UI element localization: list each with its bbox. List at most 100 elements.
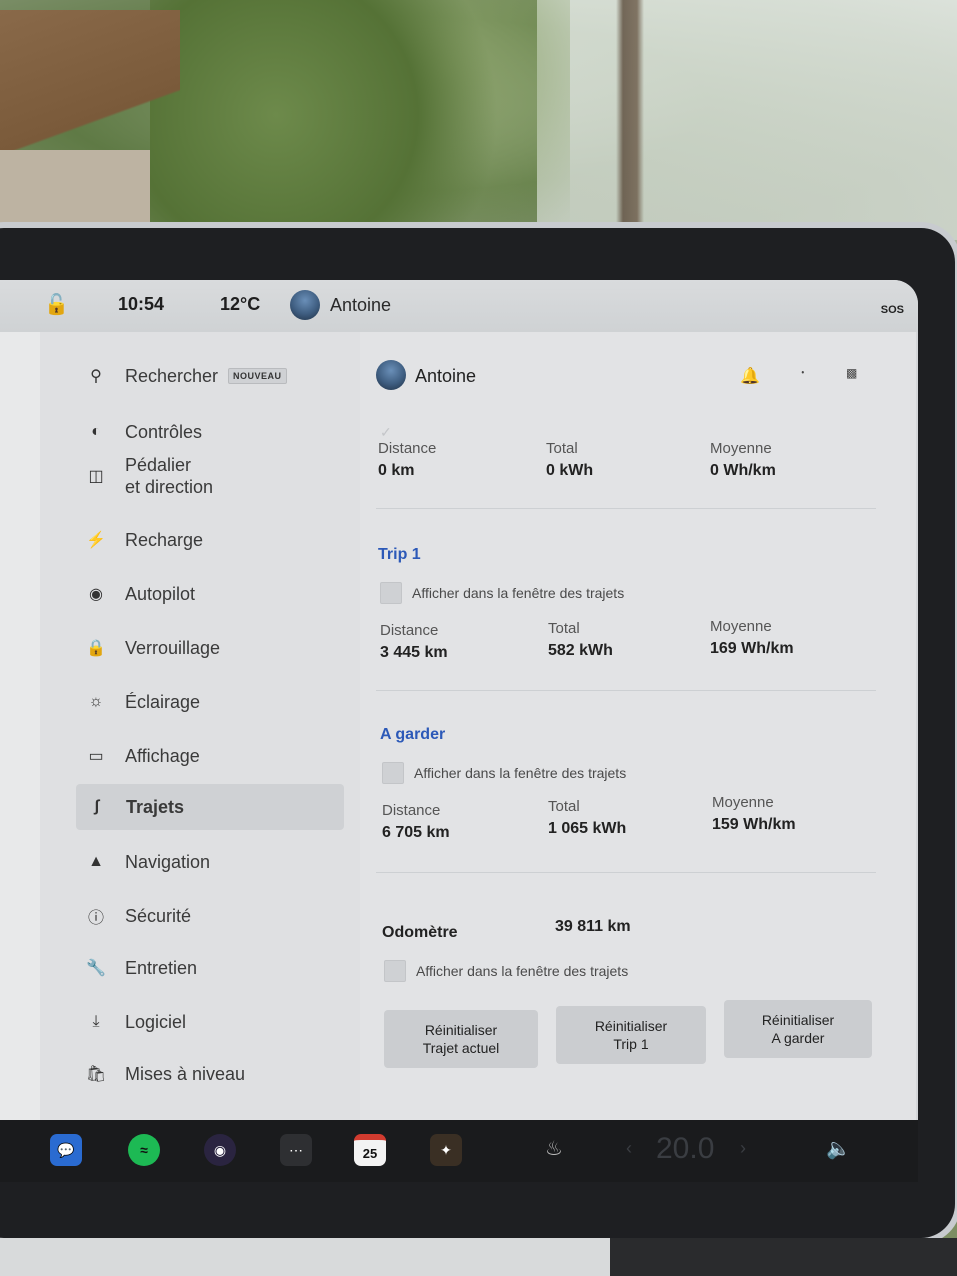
checkbox-label: Afficher dans la fenêtre des trajets	[412, 585, 625, 601]
lock-icon: 🔒	[86, 640, 106, 657]
more-apps-icon[interactable]: ⋯	[280, 1134, 312, 1166]
keep-show-checkbox[interactable]: Afficher dans la fenêtre des trajets	[382, 762, 626, 784]
current-avg-label: Moyenne	[710, 440, 772, 457]
sidebar-item-safety[interactable]: ⓘ Sécurité	[85, 898, 191, 934]
tree-trunk	[560, 0, 700, 240]
sidebar-item-navigation[interactable]: ▲ Navigation	[85, 844, 210, 880]
temp-down-icon[interactable]: ‹	[626, 1138, 632, 1159]
checkbox[interactable]	[384, 960, 406, 982]
bluetooth-icon[interactable]: ᛫	[798, 366, 808, 384]
calendar-app-icon[interactable]: 25	[354, 1134, 386, 1166]
sidebar-item-search[interactable]: ⚲ Rechercher NOUVEAU	[85, 358, 287, 394]
checkbox[interactable]	[382, 762, 404, 784]
divider	[376, 690, 876, 691]
background-photo	[0, 0, 957, 260]
car-icon: ◫	[88, 468, 104, 485]
current-total-label: Total	[546, 440, 578, 457]
map-edge	[0, 280, 40, 1120]
house-wall	[0, 150, 150, 240]
volume-icon[interactable]: 🔈	[826, 1136, 851, 1161]
sidebar-item-label: Éclairage	[125, 691, 201, 712]
camera-app-icon[interactable]: ◉	[204, 1134, 236, 1166]
reset-keep-button[interactable]: Réinitialiser A garder	[724, 1000, 872, 1058]
divider	[376, 872, 876, 873]
spotify-app-icon[interactable]: ≈	[128, 1134, 160, 1166]
current-distance-value: 0 km	[378, 462, 415, 479]
messages-app-icon[interactable]: 💬	[50, 1134, 82, 1166]
sidebar-item-display[interactable]: ▭ Affichage	[85, 738, 200, 774]
touchscreen: 🔓 10:54 12°C Antoine SOS ⚲ Rechercher NO…	[0, 280, 918, 1120]
sidebar-item-label: Autopilot	[125, 583, 196, 604]
dashboard-dark	[610, 1238, 957, 1276]
reset-current-trip-button[interactable]: Réinitialiser Trajet actuel	[384, 1010, 538, 1068]
checkbox[interactable]	[380, 582, 402, 604]
bag-icon: 🛍	[85, 1066, 107, 1083]
trip1-distance-label: Distance	[380, 622, 439, 639]
reset-trip1-button[interactable]: Réinitialiser Trip 1	[556, 1006, 706, 1064]
sidebar-item-label: Rechercher	[125, 365, 219, 386]
checkbox-label: Afficher dans la fenêtre des trajets	[416, 963, 629, 979]
divider	[376, 508, 876, 509]
trip1-avg-value: 169 Wh/km	[710, 640, 794, 657]
sidebar-item-label: Verrouillage	[125, 637, 221, 658]
seat-heater-icon[interactable]: ♨	[545, 1136, 563, 1161]
toggle-icon: ◐	[91, 423, 101, 440]
app-dock: 💬 ≈ ◉ ⋯ 25 ✦ ♨ ‹ 20.0 › 🔈	[0, 1120, 918, 1182]
new-badge: NOUVEAU	[228, 368, 287, 384]
sidebar-item-label: Navigation	[125, 851, 211, 872]
sidebar-item-label: Recharge	[125, 529, 204, 550]
keep-total-label: Total	[548, 798, 580, 815]
steering-wheel-icon: ◉	[89, 586, 103, 603]
sidebar-item-controls[interactable]: ◐ Contrôles	[85, 414, 202, 450]
keep-distance-value: 6 705 km	[382, 824, 450, 841]
profile-name-large: Antoine	[415, 366, 477, 386]
sidebar-item-label: Trajets	[126, 796, 185, 817]
sidebar-item-lighting[interactable]: ☼ Éclairage	[85, 684, 200, 720]
odometer-show-checkbox[interactable]: Afficher dans la fenêtre des trajets	[384, 960, 628, 982]
toybox-app-icon[interactable]: ✦	[430, 1134, 462, 1166]
safety-icon: ⓘ	[87, 910, 104, 927]
trip1-show-checkbox[interactable]: Afficher dans la fenêtre des trajets	[380, 582, 624, 604]
profile-name[interactable]: Antoine	[330, 295, 391, 316]
keep-title: A garder	[380, 726, 446, 743]
sos-button[interactable]: SOS	[881, 304, 904, 316]
keep-distance-label: Distance	[382, 802, 441, 819]
trip1-distance-value: 3 445 km	[380, 644, 448, 661]
sidebar-item-service[interactable]: 🔧 Entretien	[85, 950, 197, 986]
sidebar-item-label: Affichage	[125, 745, 200, 766]
settings-sidebar: ⚲ Rechercher NOUVEAU ◐ Contrôles ◫ Pédal…	[40, 332, 360, 1120]
checkbox-label: Afficher dans la fenêtre des trajets	[414, 765, 627, 781]
outside-temperature: 12°C	[220, 294, 261, 314]
sidebar-item-label: Contrôles	[125, 421, 203, 442]
sidebar-item-label: Mises à niveau	[125, 1063, 246, 1084]
status-bar: 🔓 10:54 12°C Antoine SOS	[0, 280, 918, 332]
sidebar-item-locks[interactable]: 🔒 Verrouillage	[85, 630, 220, 666]
sidebar-item-upgrades[interactable]: 🛍 Mises à niveau	[85, 1056, 245, 1092]
sun-icon: ☼	[88, 693, 104, 710]
sidebar-item-label: Sécurité	[125, 905, 192, 926]
sidebar-item-label: Pédalier et direction	[125, 455, 214, 497]
trees	[150, 0, 570, 230]
sidebar-item-software[interactable]: ⤓ Logiciel	[85, 1004, 186, 1040]
wrench-icon: 🔧	[86, 960, 106, 977]
unlock-icon[interactable]: 🔓	[44, 292, 69, 317]
sidebar-item-label: Logiciel	[125, 1011, 187, 1032]
current-distance-label: Distance	[378, 440, 437, 457]
clock: 10:54	[118, 294, 165, 314]
temp-up-icon[interactable]: ›	[740, 1138, 746, 1159]
trips-panel: Antoine 🔔 ᛫ ▩ ✓ Distance 0 km Total 0 kW…	[360, 332, 916, 1120]
sidebar-item-autopilot[interactable]: ◉ Autopilot	[85, 576, 195, 612]
bell-icon[interactable]: 🔔	[740, 366, 760, 386]
faint-checkmark-icon: ✓	[380, 424, 392, 440]
trip1-title: Trip 1	[378, 546, 421, 563]
navigation-icon: ▲	[88, 853, 104, 870]
sidebar-item-trips[interactable]: ∫ Trajets	[76, 784, 344, 830]
keep-avg-label: Moyenne	[712, 794, 774, 811]
profile-avatar[interactable]	[290, 290, 320, 320]
odometer-label: Odomètre	[382, 924, 458, 941]
trips-icon: ∫	[94, 798, 100, 815]
sidebar-item-pedals[interactable]: ◫ Pédalier et direction	[85, 450, 213, 502]
keep-avg-value: 159 Wh/km	[712, 816, 796, 833]
cabin-temperature[interactable]: 20.0	[656, 1132, 714, 1166]
sidebar-item-charging[interactable]: ⚡ Recharge	[85, 522, 203, 558]
